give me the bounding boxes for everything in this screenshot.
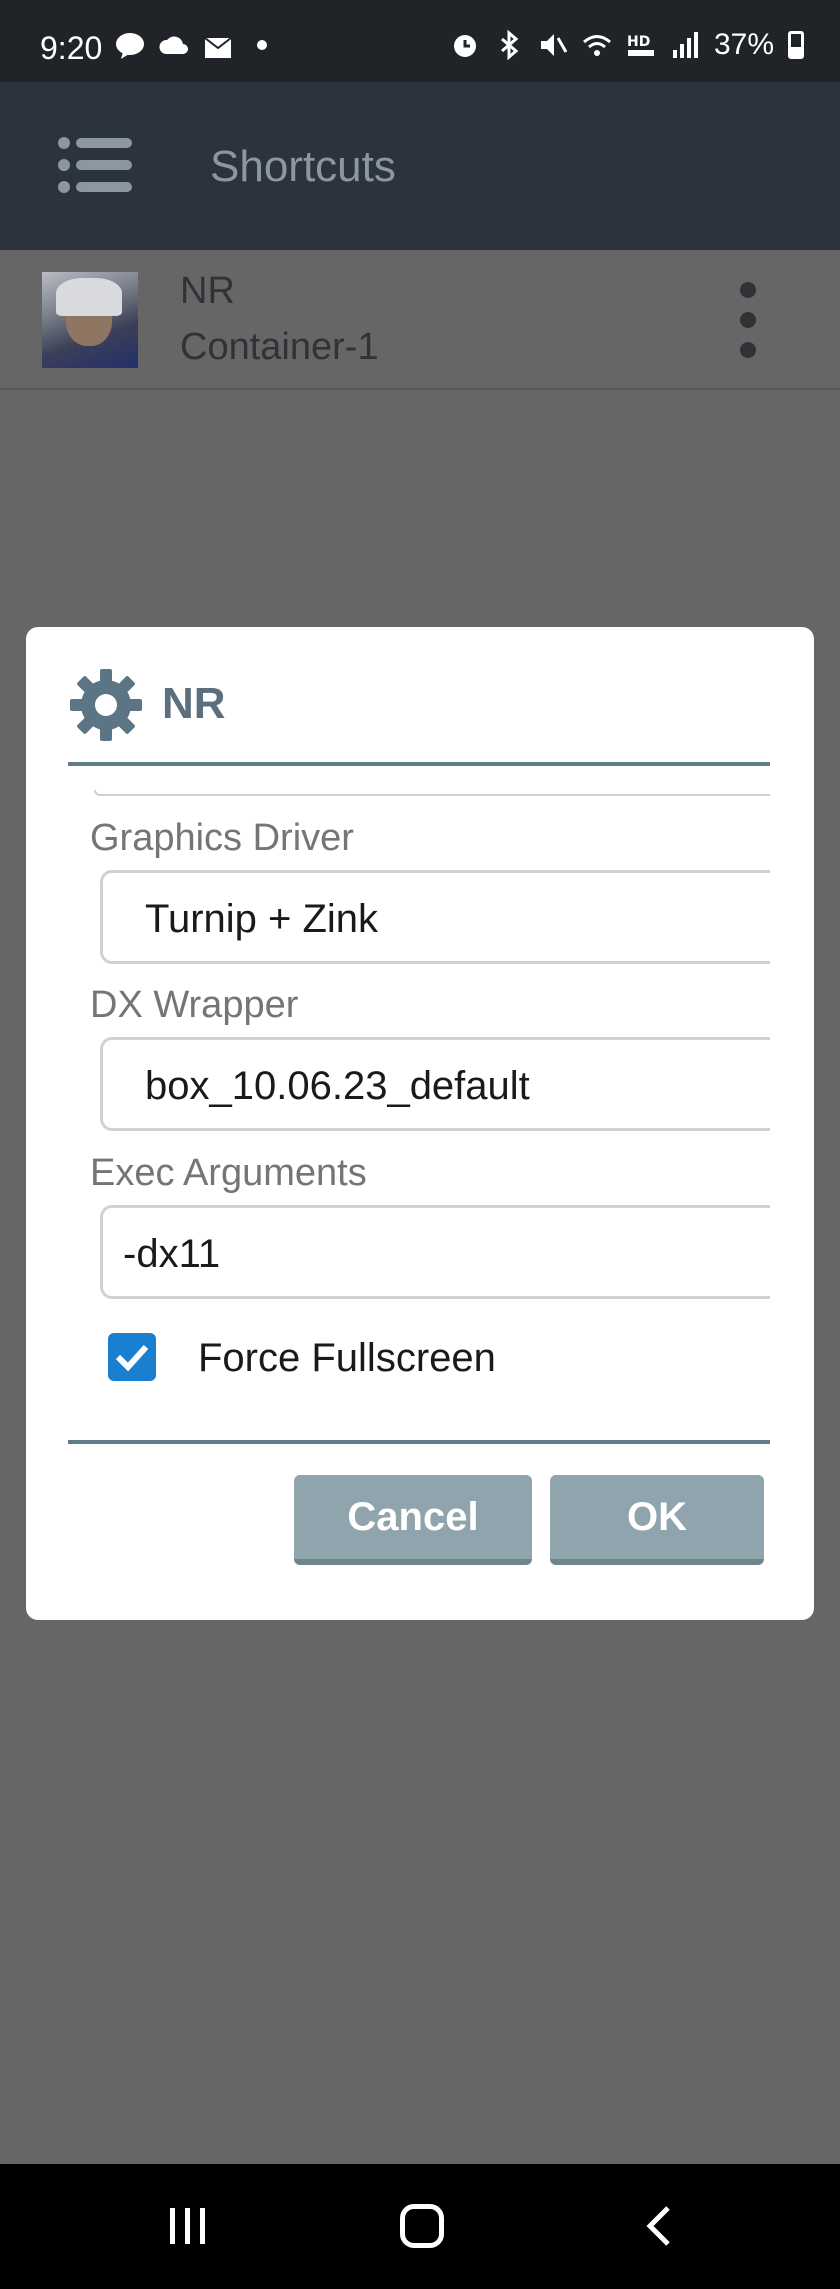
svg-text:HD: HD (627, 34, 650, 50)
exec-arguments-input[interactable] (123, 1232, 723, 1277)
previous-field-edge (94, 790, 770, 796)
bluetooth-icon (500, 30, 519, 60)
signal-icon (672, 32, 698, 58)
graphics-driver-value: Turnip + Zink (145, 897, 379, 941)
shortcut-list-item[interactable]: NR Container-1 (0, 250, 840, 390)
exec-arguments-field-box (100, 1205, 770, 1299)
mute-icon (540, 34, 568, 56)
shortcut-settings-dialog: NR Graphics Driver Turnip + Zink DX Wrap… (26, 627, 814, 1620)
navigation-bar (0, 2164, 840, 2289)
dot-icon (257, 40, 267, 50)
back-icon[interactable] (640, 2204, 680, 2248)
exec-arguments-label: Exec Arguments (90, 1152, 367, 1194)
settings-scroll-area[interactable]: Graphics Driver Turnip + Zink DX Wrapper… (68, 766, 770, 1466)
alarm-icon (453, 35, 476, 57)
shortcut-name: NR (180, 270, 235, 312)
checkmark-icon (115, 1344, 149, 1372)
app-bar: Shortcuts (0, 82, 840, 250)
shortcut-container: Container-1 (180, 326, 379, 368)
hd-voice-icon: HD (627, 34, 654, 56)
dx-wrapper-value: box_10.06.23_default (145, 1064, 530, 1108)
status-bar: 9:20 HD 37% (0, 0, 840, 82)
menu-icon[interactable] (58, 136, 132, 194)
status-right-icons: HD 37% (450, 28, 804, 62)
status-left-icons (115, 30, 277, 60)
graphics-driver-label: Graphics Driver (90, 817, 354, 859)
force-fullscreen-checkbox[interactable] (108, 1333, 156, 1381)
wifi-icon (582, 35, 611, 56)
page-title: Shortcuts (210, 142, 396, 191)
gear-icon (70, 669, 142, 741)
dialog-title: NR (162, 679, 226, 728)
cancel-button[interactable]: Cancel (294, 1475, 532, 1565)
dx-wrapper-label: DX Wrapper (90, 984, 299, 1026)
more-options-icon[interactable] (736, 282, 760, 358)
cloud-icon (159, 36, 188, 54)
talk-icon (116, 33, 144, 59)
shortcut-icon (42, 272, 138, 368)
recent-apps-icon[interactable] (168, 2206, 208, 2246)
status-time: 9:20 (40, 30, 103, 66)
battery-percent: 37% (713, 28, 774, 61)
force-fullscreen-label[interactable]: Force Fullscreen (198, 1336, 496, 1381)
dx-wrapper-select[interactable]: box_10.06.23_default (100, 1037, 770, 1131)
ok-button[interactable]: OK (550, 1475, 764, 1565)
home-icon[interactable] (400, 2204, 444, 2248)
graphics-driver-select[interactable]: Turnip + Zink (100, 870, 770, 964)
mail-icon (204, 37, 232, 58)
battery-icon (788, 31, 804, 59)
divider (68, 1440, 770, 1444)
